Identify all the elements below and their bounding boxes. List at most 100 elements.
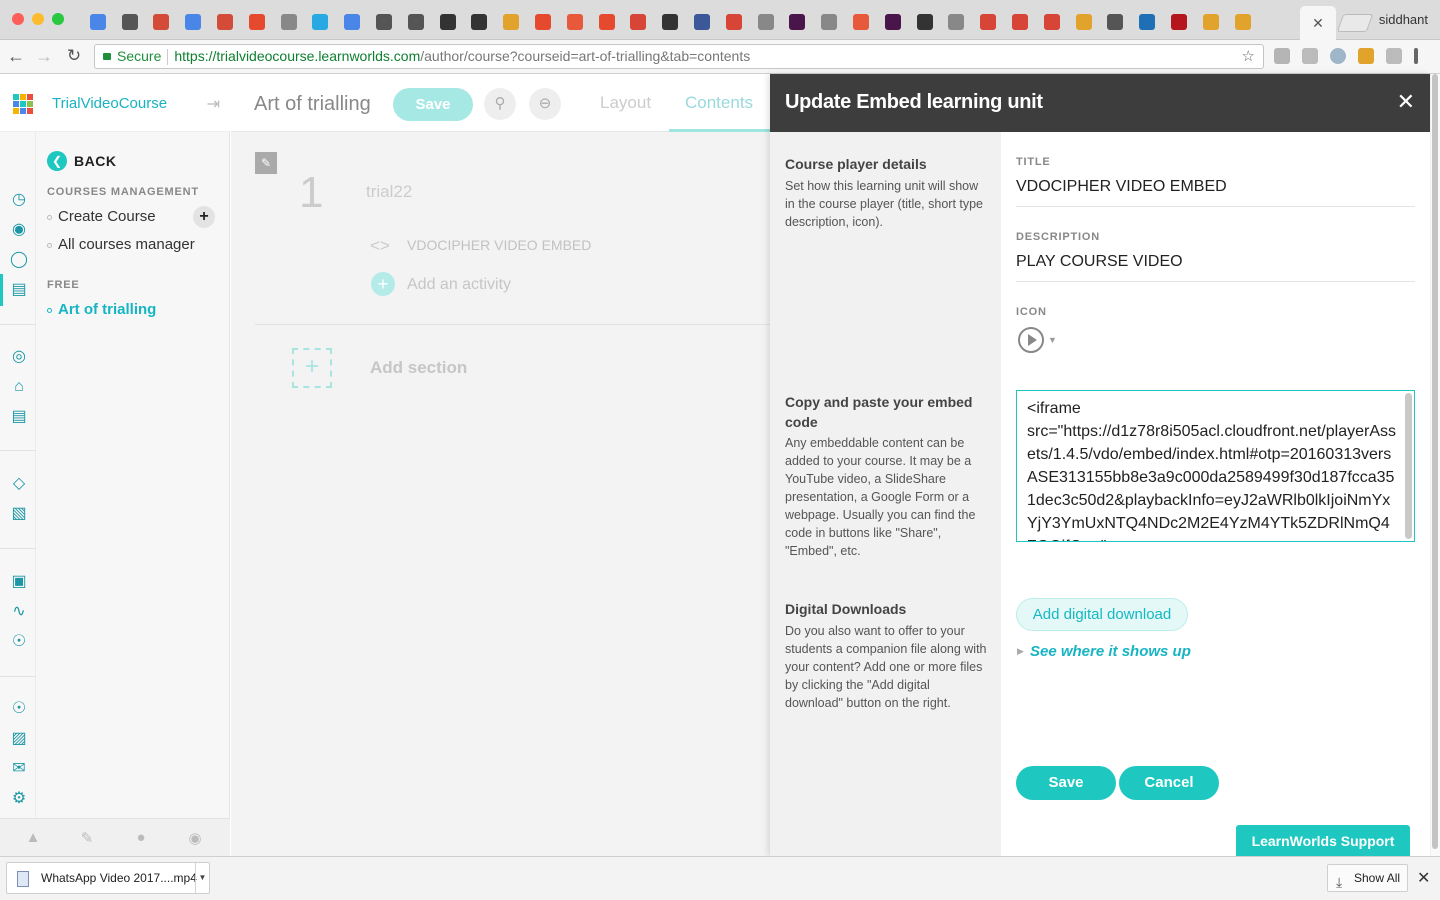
browser-tab[interactable] [527, 8, 559, 36]
back-arrow-icon[interactable]: ❮ [47, 151, 67, 171]
browser-tab[interactable] [273, 8, 305, 36]
browser-tab[interactable] [591, 8, 623, 36]
courses-icon[interactable]: ▤ [9, 280, 29, 300]
feather-icon[interactable]: ✎ [78, 829, 96, 847]
home-icon[interactable]: ⌂ [9, 377, 29, 397]
browser-tab[interactable] [1131, 8, 1163, 36]
paint-roller-icon[interactable]: ▧ [9, 504, 29, 524]
browser-tab[interactable] [813, 8, 845, 36]
create-course-link[interactable]: Create Course [58, 208, 156, 225]
shield-extension-icon[interactable] [1302, 48, 1318, 64]
browser-tab[interactable] [750, 8, 782, 36]
browser-tab[interactable] [559, 8, 591, 36]
add-activity-plus-icon[interactable]: + [371, 272, 395, 296]
chevron-down-icon[interactable]: ▼ [1048, 335, 1057, 345]
browser-tab[interactable] [1036, 8, 1068, 36]
edit-pencil-icon[interactable]: ✎ [255, 152, 277, 174]
tab-layout[interactable]: Layout [600, 93, 651, 113]
extension-badge-icon[interactable] [1358, 48, 1374, 64]
browser-tab[interactable] [209, 8, 241, 36]
add-digital-download-button[interactable]: Add digital download [1016, 598, 1188, 631]
activity-item[interactable]: VDOCIPHER VIDEO EMBED [407, 237, 591, 253]
page-icon[interactable]: ▤ [9, 407, 29, 427]
globe-icon[interactable]: ◎ [9, 347, 29, 367]
browser-tab[interactable] [495, 8, 527, 36]
users-icon[interactable]: ◯ [9, 250, 29, 270]
browser-tab[interactable] [336, 8, 368, 36]
zoom-out-icon[interactable]: ⊖ [529, 88, 561, 120]
forward-arrow-icon[interactable]: → [34, 46, 54, 67]
active-course-link[interactable]: Art of trialling [58, 301, 156, 318]
browser-tab[interactable] [241, 8, 273, 36]
back-arrow-icon[interactable]: ← [6, 46, 26, 67]
close-downloads-icon[interactable]: ✕ [1417, 868, 1430, 888]
embed-code-textarea[interactable]: <iframe src="https://d1z78r8i505acl.clou… [1016, 390, 1415, 542]
browser-tab[interactable] [146, 8, 178, 36]
profile-name[interactable]: siddhant [1379, 12, 1428, 27]
search-icon[interactable]: ⚲ [484, 88, 516, 120]
share-icon[interactable]: ☉ [9, 699, 29, 719]
download-item[interactable]: WhatsApp Video 2017....mp4 ▼ [6, 862, 210, 894]
browser-tab[interactable] [305, 8, 337, 36]
learnworlds-support-button[interactable]: LearnWorlds Support [1236, 825, 1410, 856]
bell-icon[interactable]: ▲ [24, 829, 42, 847]
browser-tab[interactable] [177, 8, 209, 36]
help-icon[interactable]: ◉ [186, 829, 204, 847]
dashboard-icon[interactable]: ◷ [9, 190, 29, 210]
title-field[interactable]: VDOCIPHER VIDEO EMBED [1016, 178, 1415, 207]
browser-tab[interactable] [623, 8, 655, 36]
back-button[interactable]: BACK [74, 153, 116, 169]
browser-tab[interactable] [1004, 8, 1036, 36]
browser-tab[interactable] [845, 8, 877, 36]
browser-tab[interactable] [782, 8, 814, 36]
browser-tab[interactable] [654, 8, 686, 36]
close-window-button[interactable] [12, 13, 24, 25]
tab-contents[interactable]: Contents [685, 93, 753, 113]
add-section-plus-icon[interactable]: + [292, 348, 332, 388]
logout-icon[interactable]: ⇥ [207, 94, 220, 114]
section-name[interactable]: trial22 [366, 182, 412, 202]
show-all-downloads-button[interactable]: ⤓ Show All [1327, 864, 1408, 892]
description-field[interactable]: PLAY COURSE VIDEO [1016, 253, 1415, 282]
mail-icon[interactable]: ✉ [9, 759, 29, 779]
course-save-button[interactable]: Save [393, 88, 473, 121]
bookmark-star-icon[interactable]: ☆ [1242, 45, 1255, 68]
browser-tab[interactable] [464, 8, 496, 36]
panel-scrollbar[interactable] [1430, 74, 1440, 856]
zoom-window-button[interactable] [52, 13, 64, 25]
close-panel-icon[interactable]: ✕ [1397, 90, 1415, 114]
browser-tab[interactable] [877, 8, 909, 36]
add-section-button[interactable]: Add section [370, 358, 467, 378]
minimize-window-button[interactable] [32, 13, 44, 25]
browser-tab[interactable] [686, 8, 718, 36]
shopping-bag-icon[interactable]: ▣ [9, 572, 29, 592]
p-scroll-thumb[interactable] [1432, 74, 1438, 849]
browser-tab[interactable] [1068, 8, 1100, 36]
browser-tab[interactable] [1195, 8, 1227, 36]
browser-tab[interactable] [1163, 8, 1195, 36]
add-activity-button[interactable]: Add an activity [407, 276, 511, 294]
all-courses-manager-link[interactable]: All courses manager [58, 236, 195, 253]
new-tab-button[interactable] [1336, 14, 1374, 32]
cancel-button[interactable]: Cancel [1119, 766, 1219, 800]
browser-tab[interactable] [432, 8, 464, 36]
brand-name[interactable]: TrialVideoCourse [52, 95, 167, 112]
menu-kebab-icon[interactable] [1414, 48, 1418, 64]
save-button[interactable]: Save [1016, 766, 1116, 800]
mail-extension-icon[interactable] [1386, 48, 1402, 64]
browser-tab[interactable] [114, 8, 146, 36]
browser-tab[interactable] [400, 8, 432, 36]
browser-tab[interactable] [909, 8, 941, 36]
add-course-button[interactable]: + [193, 206, 215, 228]
puzzle-icon[interactable]: ▨ [9, 729, 29, 749]
activity-pulse-icon[interactable]: ∿ [9, 602, 29, 622]
browser-tab[interactable] [718, 8, 750, 36]
eye-icon[interactable]: ◉ [9, 220, 29, 240]
active-tab[interactable]: ✕ [1300, 6, 1336, 40]
play-icon[interactable] [1018, 327, 1044, 353]
address-bar[interactable]: Secure https://trialvideocourse.learnworl… [94, 44, 1264, 69]
settings-gear-icon[interactable]: ⚙ [9, 789, 29, 809]
browser-tab[interactable] [82, 8, 114, 36]
discount-icon[interactable]: ☉ [9, 632, 29, 652]
browser-tab[interactable] [368, 8, 400, 36]
